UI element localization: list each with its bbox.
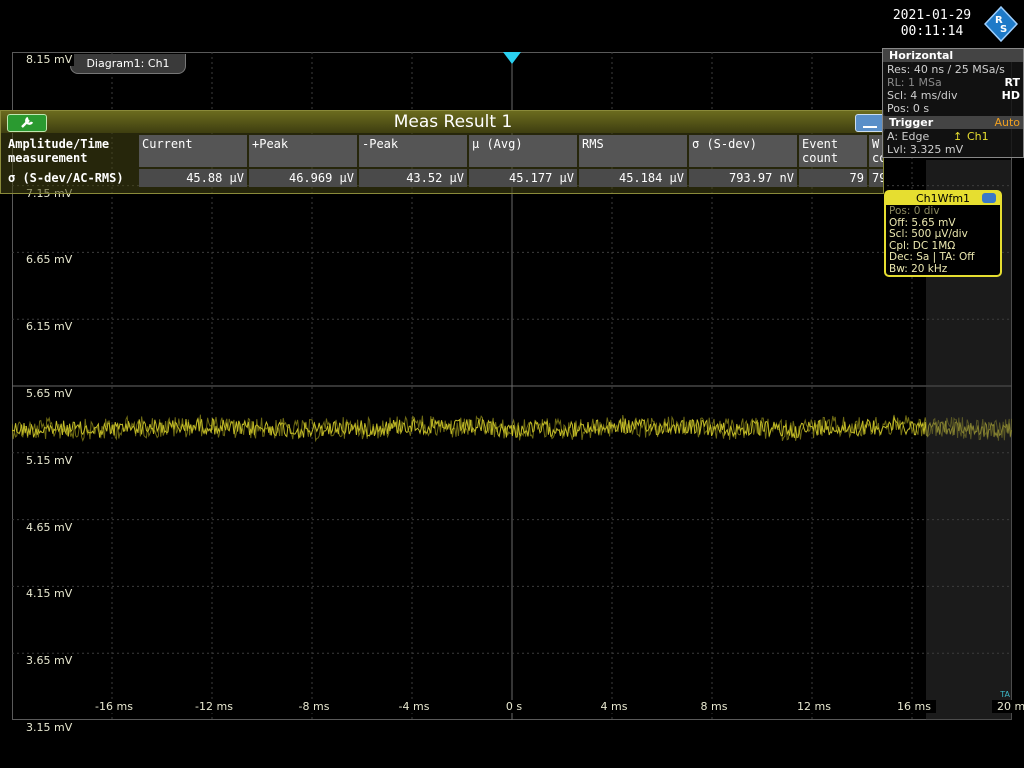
rt-badge: RT <box>1004 76 1020 89</box>
meas-value-cell: 79 <box>799 169 867 187</box>
collapse-icon[interactable] <box>982 193 996 203</box>
meas-column-header: W count <box>869 135 883 167</box>
x-axis-label: -4 ms <box>392 700 436 713</box>
ch-pos: Pos: 0 div <box>889 205 940 217</box>
horizontal-res: Res: 40 ns / 25 MSa/s <box>887 63 1005 76</box>
meas-value-cell: 79 <box>869 169 883 187</box>
meas-row-label: σ (S-dev/AC-RMS) <box>8 171 124 185</box>
horizontal-pos: Pos: 0 s <box>887 102 930 115</box>
y-axis-label: 3.15 mV <box>24 721 75 734</box>
hd-badge: HD <box>1001 89 1020 102</box>
trigger-position-marker[interactable] <box>503 52 521 64</box>
y-axis-label: 4.65 mV <box>24 520 75 534</box>
ta-indicator: TA <box>1000 690 1010 699</box>
meas-value-cell: 43.52 μV <box>359 169 467 187</box>
meas-column-header: RMS <box>579 135 687 167</box>
meas-column-header: μ (Avg) <box>469 135 577 167</box>
y-axis-label: 3.65 mV <box>24 654 75 668</box>
x-axis-label: 4 ms <box>592 700 636 713</box>
meas-column-header: -Peak <box>359 135 467 167</box>
meas-value-cell: 46.969 μV <box>249 169 357 187</box>
x-axis-label: 8 ms <box>692 700 736 713</box>
meas-result-panel[interactable]: Meas Result 1 Amplitude/Time measurement… <box>0 110 885 194</box>
trigger-level: Lvl: 3.325 mV <box>887 143 964 156</box>
time-text: 00:11:14 <box>900 24 964 39</box>
date-text: 2021-01-29 <box>892 8 972 23</box>
ch1-wfm1-info-box[interactable]: Ch1Wfm1 Pos: 0 div Off: 5.65 mV Scl: 500… <box>884 190 1002 277</box>
trigger-edge-icon: ↥ <box>953 130 963 143</box>
trigger-source: Ch1 <box>967 130 989 143</box>
diagram-tab[interactable]: Diagram1: Ch1 <box>70 54 186 74</box>
y-axis-label: 4.15 mV <box>24 587 75 601</box>
ch-dec: Dec: Sa | TA: Off <box>889 251 975 263</box>
horizontal-rl: RL: 1 MSa <box>887 76 942 89</box>
ch-scl: Scl: 500 μV/div <box>889 228 968 240</box>
x-axis-label: 12 ms <box>792 700 836 713</box>
y-axis-label: 6.65 mV <box>24 253 75 267</box>
horizontal-scl: Scl: 4 ms/div <box>887 89 958 102</box>
rs-logo-icon: R S <box>983 5 1019 43</box>
meas-value-cell: 45.177 μV <box>469 169 577 187</box>
meas-value-cell: 45.88 μV <box>139 169 247 187</box>
y-axis-label: 5.15 mV <box>24 453 75 467</box>
x-axis-label: -8 ms <box>292 700 336 713</box>
minimize-icon[interactable] <box>855 114 885 132</box>
meas-column-header: σ (S-dev) <box>689 135 797 167</box>
meas-column-header: Current <box>139 135 247 167</box>
meas-column-header: Event count <box>799 135 867 167</box>
meas-column-header: Amplitude/Time measurement <box>8 137 110 165</box>
horizontal-title: Horizontal <box>883 49 1023 62</box>
x-axis-label: 0 s <box>492 700 536 713</box>
ch-bw: Bw: 20 kHz <box>889 262 948 275</box>
meas-result-title: Meas Result 1 <box>393 112 513 132</box>
svg-text:S: S <box>1000 24 1007 35</box>
trigger-mode: Auto <box>994 116 1020 129</box>
x-axis-label: -12 ms <box>192 700 236 713</box>
horizontal-trigger-panel[interactable]: Horizontal Res: 40 ns / 25 MSa/s RL: 1 M… <box>882 48 1024 158</box>
y-axis-label: 5.65 mV <box>24 387 75 400</box>
meas-value-cell: 45.184 μV <box>579 169 687 187</box>
x-axis-label: -16 ms <box>92 700 136 713</box>
trigger-type: A: Edge <box>887 130 930 143</box>
date-time-display: 2021-01-29 00:11:14 <box>880 8 984 40</box>
y-axis-label: 6.15 mV <box>24 320 75 334</box>
meas-value-cell: 793.97 nV <box>689 169 797 187</box>
x-axis-label: 16 ms <box>892 700 936 713</box>
meas-column-header: +Peak <box>249 135 357 167</box>
y-axis-label: 8.15 mV <box>24 53 75 66</box>
